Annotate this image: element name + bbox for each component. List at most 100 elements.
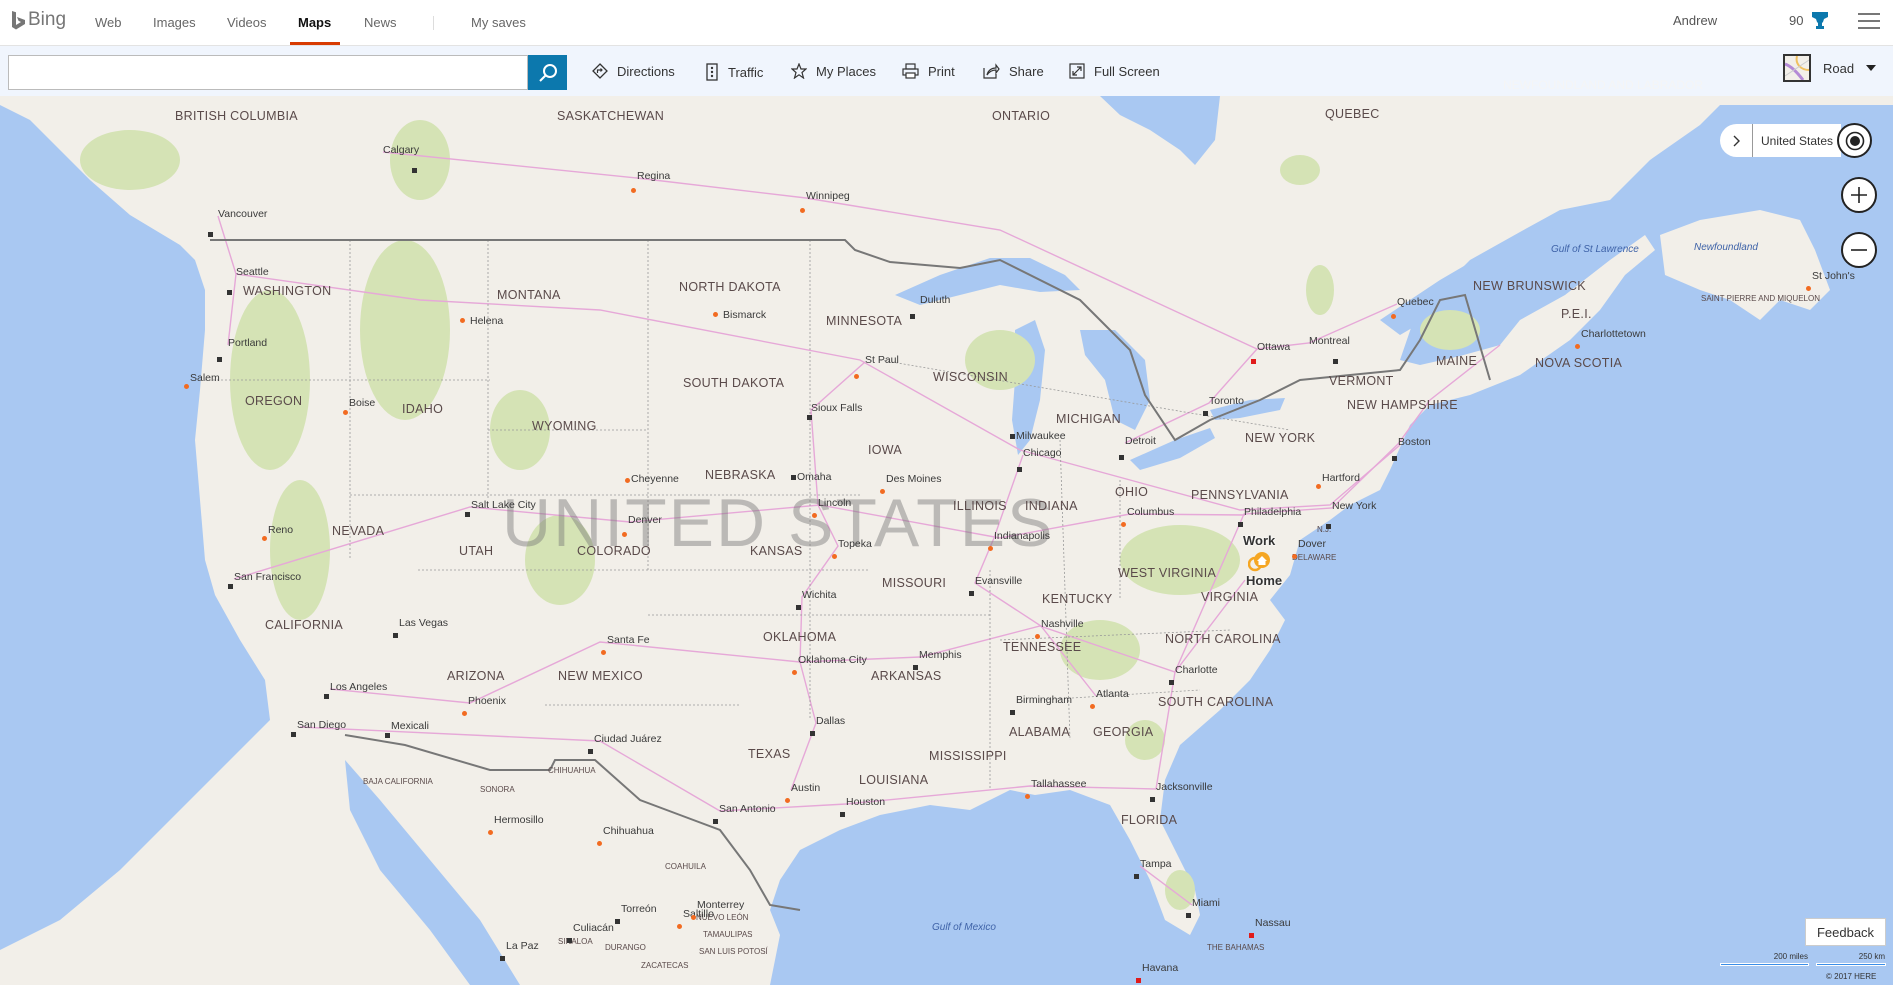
city-marker-icon[interactable]: [460, 318, 465, 323]
city-marker-icon[interactable]: [262, 536, 267, 541]
zoom-in-button[interactable]: [1841, 177, 1877, 213]
city-marker-icon[interactable]: [1238, 522, 1243, 527]
bing-logo[interactable]: Bing: [12, 9, 66, 31]
city-marker-icon[interactable]: [488, 830, 493, 835]
city-marker-icon[interactable]: [1150, 797, 1155, 802]
city-marker-icon[interactable]: [462, 711, 467, 716]
rewards-points[interactable]: 90: [1789, 13, 1803, 28]
map-style-dropdown[interactable]: Road: [1783, 54, 1877, 82]
city-marker-icon[interactable]: [791, 475, 796, 480]
city-marker-icon[interactable]: [812, 513, 817, 518]
city-marker-icon[interactable]: [1333, 359, 1338, 364]
city-marker-icon[interactable]: [625, 478, 630, 483]
full-screen-button[interactable]: Full Screen: [1069, 63, 1160, 79]
city-marker-icon[interactable]: [343, 410, 348, 415]
city-marker-icon[interactable]: [1010, 434, 1015, 439]
city-marker-icon[interactable]: [1025, 794, 1030, 799]
city-marker-icon[interactable]: [1251, 359, 1256, 364]
city-marker-icon[interactable]: [1136, 978, 1141, 983]
city-marker-icon[interactable]: [567, 938, 572, 943]
city-marker-icon[interactable]: [1010, 710, 1015, 715]
feedback-button[interactable]: Feedback: [1805, 918, 1886, 946]
city-marker-icon[interactable]: [622, 532, 627, 537]
directions-icon: [592, 63, 608, 79]
city-marker-icon[interactable]: [840, 812, 845, 817]
city-marker-icon[interactable]: [1121, 522, 1126, 527]
nav-maps[interactable]: Maps: [298, 15, 331, 30]
hamburger-menu-icon[interactable]: [1858, 13, 1880, 29]
city-marker-icon[interactable]: [810, 731, 815, 736]
city-marker-icon[interactable]: [385, 733, 390, 738]
traffic-button[interactable]: Traffic: [705, 63, 763, 81]
city-marker-icon[interactable]: [792, 670, 797, 675]
nav-web[interactable]: Web: [95, 15, 122, 30]
home-pin-icon[interactable]: [1248, 551, 1272, 573]
print-button[interactable]: Print: [902, 63, 955, 79]
city-marker-icon[interactable]: [1035, 634, 1040, 639]
nav-my-saves[interactable]: My saves: [471, 15, 526, 30]
city-marker-icon[interactable]: [691, 915, 696, 920]
city-marker-icon[interactable]: [713, 312, 718, 317]
city-marker-icon[interactable]: [832, 554, 837, 559]
city-marker-icon[interactable]: [713, 819, 718, 824]
map-canvas[interactable]: NEWFOUNDLAND AND LABRADOR UNITED STATES …: [0, 0, 1893, 985]
city-marker-icon[interactable]: [500, 956, 505, 961]
city-marker-icon[interactable]: [1134, 874, 1139, 879]
city-marker-icon[interactable]: [601, 650, 606, 655]
user-name[interactable]: Andrew: [1673, 13, 1717, 28]
city-marker-icon[interactable]: [208, 232, 213, 237]
city-marker-icon[interactable]: [631, 188, 636, 193]
city-marker-icon[interactable]: [1392, 456, 1397, 461]
directions-button[interactable]: Directions: [592, 63, 675, 79]
nav-news[interactable]: News: [364, 15, 397, 30]
city-marker-icon[interactable]: [615, 919, 620, 924]
pin-work-label[interactable]: Work: [1243, 533, 1275, 548]
zoom-out-button[interactable]: [1841, 232, 1877, 268]
city-marker-icon[interactable]: [1292, 554, 1297, 559]
city-marker-icon[interactable]: [1203, 411, 1208, 416]
city-marker-icon[interactable]: [597, 841, 602, 846]
city-marker-icon[interactable]: [796, 605, 801, 610]
city-marker-icon[interactable]: [324, 694, 329, 699]
expand-location-button[interactable]: [1720, 124, 1753, 157]
city-marker-icon[interactable]: [913, 665, 918, 670]
trophy-icon[interactable]: [1812, 12, 1828, 29]
city-marker-icon[interactable]: [988, 546, 993, 551]
city-marker-icon[interactable]: [1169, 680, 1174, 685]
nav-images[interactable]: Images: [153, 15, 196, 30]
city-marker-icon[interactable]: [217, 357, 222, 362]
city-marker-icon[interactable]: [1249, 933, 1254, 938]
nav-videos[interactable]: Videos: [227, 15, 267, 30]
city-marker-icon[interactable]: [807, 415, 812, 420]
city-marker-icon[interactable]: [910, 314, 915, 319]
city-marker-icon[interactable]: [800, 208, 805, 213]
city-marker-icon[interactable]: [1316, 484, 1321, 489]
city-marker-icon[interactable]: [880, 489, 885, 494]
city-marker-icon[interactable]: [1326, 524, 1331, 529]
city-marker-icon[interactable]: [1575, 344, 1580, 349]
city-marker-icon[interactable]: [588, 749, 593, 754]
city-marker-icon[interactable]: [1017, 467, 1022, 472]
city-marker-icon[interactable]: [1090, 704, 1095, 709]
city-marker-icon[interactable]: [228, 584, 233, 589]
city-marker-icon[interactable]: [677, 924, 682, 929]
city-marker-icon[interactable]: [1391, 314, 1396, 319]
share-button[interactable]: Share: [983, 63, 1044, 79]
city-marker-icon[interactable]: [412, 168, 417, 173]
city-marker-icon[interactable]: [227, 290, 232, 295]
city-marker-icon[interactable]: [785, 798, 790, 803]
city-marker-icon[interactable]: [1186, 913, 1191, 918]
my-places-button[interactable]: My Places: [791, 63, 876, 79]
pin-home-label[interactable]: Home: [1246, 573, 1282, 588]
city-marker-icon[interactable]: [465, 512, 470, 517]
city-marker-icon[interactable]: [393, 633, 398, 638]
city-marker-icon[interactable]: [969, 591, 974, 596]
search-button[interactable]: [528, 55, 567, 90]
city-marker-icon[interactable]: [1806, 286, 1811, 291]
city-marker-icon[interactable]: [291, 732, 296, 737]
city-marker-icon[interactable]: [854, 374, 859, 379]
city-marker-icon[interactable]: [184, 384, 189, 389]
map-search-input[interactable]: [8, 55, 528, 90]
city-marker-icon[interactable]: [1119, 455, 1124, 460]
locate-me-button[interactable]: [1837, 123, 1873, 158]
